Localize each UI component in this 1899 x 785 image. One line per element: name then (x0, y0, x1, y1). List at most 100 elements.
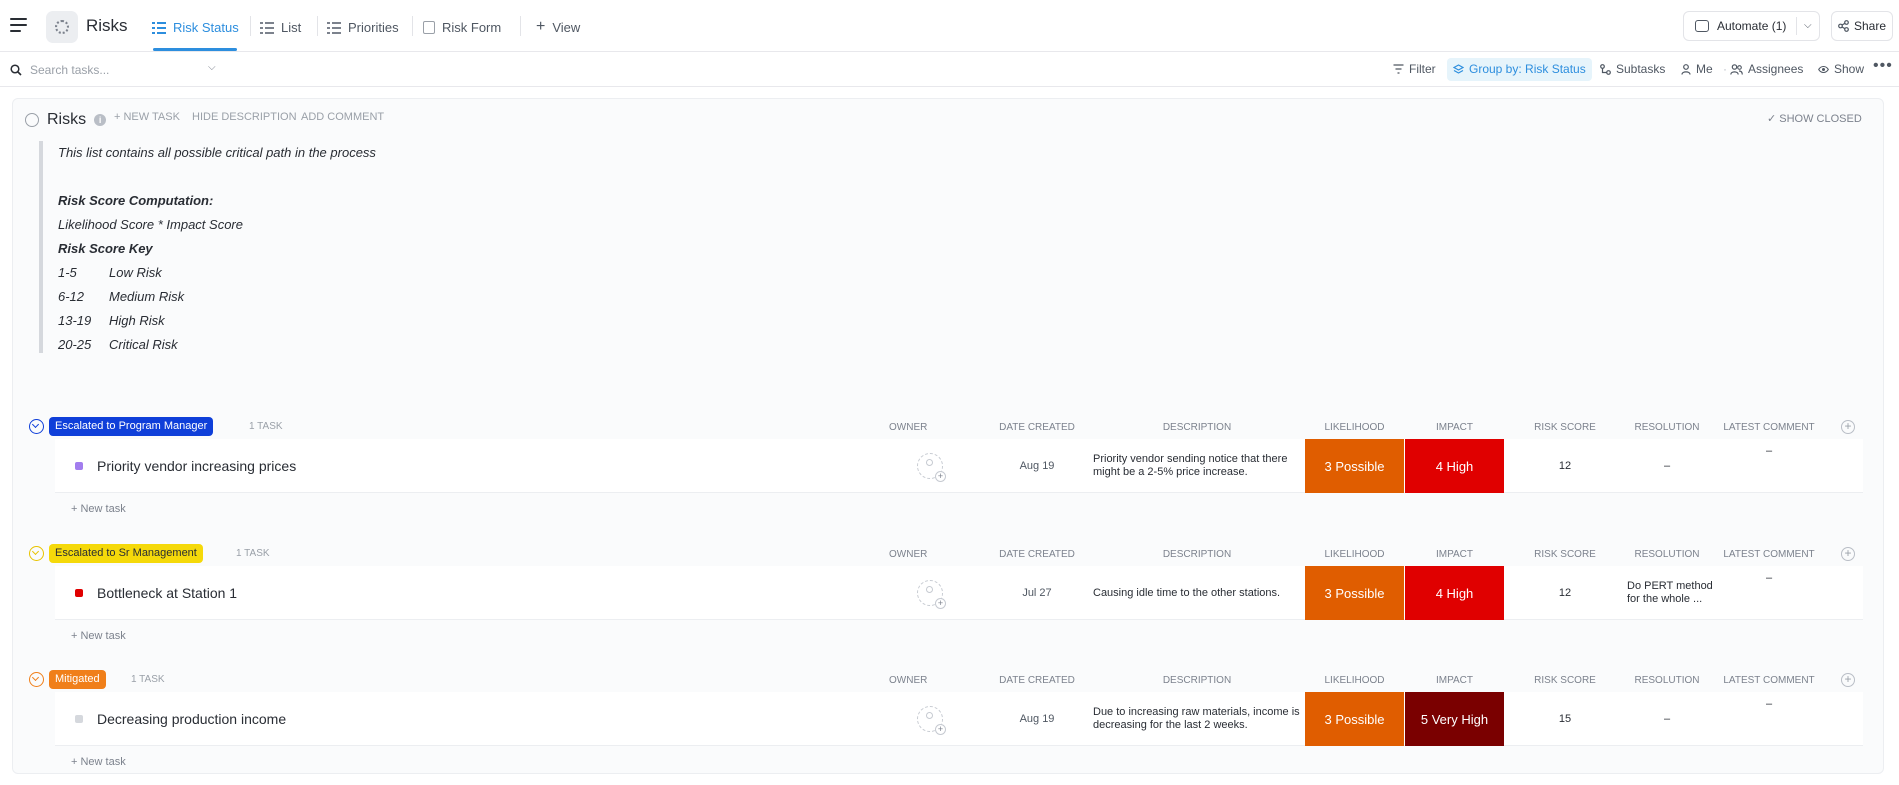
column-latest-comment[interactable]: LATEST COMMENT (1719, 422, 1819, 433)
likelihood-pill[interactable]: 3 Possible (1305, 439, 1404, 493)
add-comment-link[interactable]: ADD COMMENT (301, 111, 384, 123)
show-button[interactable]: Show (1818, 62, 1864, 76)
collapse-group-icon[interactable] (29, 672, 44, 687)
column-impact[interactable]: IMPACT (1405, 422, 1504, 433)
task-name[interactable]: Priority vendor increasing prices (97, 458, 296, 474)
column-owner[interactable]: OWNER (889, 549, 927, 560)
group-by-button[interactable]: Group by: Risk Status (1447, 58, 1592, 81)
resolution[interactable]: – (1617, 692, 1717, 746)
status-badge[interactable]: Escalated to Sr Management (49, 544, 203, 563)
plus-icon: + (935, 471, 946, 482)
status-badge[interactable]: Mitigated (49, 670, 106, 689)
likelihood-pill[interactable]: 3 Possible (1305, 692, 1404, 746)
task-description[interactable]: Causing idle time to the other stations. (1089, 566, 1305, 620)
column-latest-comment[interactable]: LATEST COMMENT (1719, 549, 1819, 560)
tab-risk-form[interactable]: Risk Form (423, 17, 501, 37)
column-resolution[interactable]: RESOLUTION (1617, 675, 1717, 686)
table-row[interactable]: Bottleneck at Station 1 + Jul 27 Causing… (55, 566, 1863, 620)
likelihood-pill[interactable]: 3 Possible (1305, 566, 1404, 620)
add-column-icon[interactable]: + (1841, 420, 1855, 434)
key-range: 1-5 (58, 265, 77, 280)
column-impact[interactable]: IMPACT (1405, 675, 1504, 686)
task-name[interactable]: Bottleneck at Station 1 (97, 585, 237, 601)
column-risk-score[interactable]: RISK SCORE (1515, 675, 1615, 686)
column-date-created[interactable]: DATE CREATED (987, 422, 1087, 433)
column-risk-score[interactable]: RISK SCORE (1515, 549, 1615, 560)
impact-pill[interactable]: 4 High (1405, 439, 1504, 493)
new-task-button[interactable]: + New task (71, 630, 126, 642)
task-description[interactable]: Due to increasing raw materials, income … (1089, 692, 1305, 746)
task-description[interactable]: Priority vendor sending notice that ther… (1089, 439, 1305, 493)
share-button[interactable]: Share (1831, 11, 1893, 41)
column-owner[interactable]: OWNER (889, 422, 927, 433)
impact-pill[interactable]: 5 Very High (1405, 692, 1504, 746)
column-risk-score[interactable]: RISK SCORE (1515, 422, 1615, 433)
status-square[interactable] (75, 462, 83, 470)
resolution[interactable]: – (1617, 439, 1717, 493)
menu-icon[interactable] (10, 18, 27, 32)
owner-placeholder-avatar[interactable]: + (917, 580, 946, 609)
column-likelihood[interactable]: LIKELIHOOD (1305, 549, 1404, 560)
key-range: 20-25 (58, 337, 92, 352)
owner-placeholder-avatar[interactable]: + (917, 453, 946, 482)
hide-description-link[interactable]: HIDE DESCRIPTION (192, 111, 297, 123)
collapse-list-icon[interactable] (25, 113, 39, 127)
list-icon (152, 21, 166, 34)
status-badge[interactable]: Escalated to Program Manager (49, 417, 214, 436)
table-row[interactable]: Decreasing production income + Aug 19 Du… (55, 692, 1863, 746)
tab-risk-status[interactable]: Risk Status (152, 17, 239, 37)
assignees-button[interactable]: Assignees (1730, 62, 1803, 76)
table-row[interactable]: Priority vendor increasing prices + Aug … (55, 439, 1863, 493)
latest-comment[interactable]: – (1719, 445, 1819, 457)
computation-formula: Likelihood Score * Impact Score (58, 217, 243, 232)
space-avatar[interactable] (46, 11, 78, 43)
info-icon[interactable]: i (94, 114, 107, 126)
column-resolution[interactable]: RESOLUTION (1617, 422, 1717, 433)
add-view-button[interactable]: + View (536, 17, 580, 37)
column-date-created[interactable]: DATE CREATED (987, 549, 1087, 560)
date-created[interactable]: Aug 19 (987, 460, 1087, 472)
chevron-down-icon[interactable]: ⌵ (208, 62, 216, 73)
search-input[interactable] (30, 63, 200, 77)
date-created[interactable]: Aug 19 (987, 713, 1087, 725)
status-square[interactable] (75, 715, 83, 723)
column-likelihood[interactable]: LIKELIHOOD (1305, 422, 1404, 433)
column-description[interactable]: DESCRIPTION (1089, 422, 1305, 433)
tab-list[interactable]: List (260, 17, 301, 37)
column-owner[interactable]: OWNER (889, 675, 927, 686)
column-likelihood[interactable]: LIKELIHOOD (1305, 675, 1404, 686)
automate-button[interactable]: Automate (1) ⌵ (1683, 11, 1820, 41)
list-title: Risks (47, 111, 87, 128)
column-latest-comment[interactable]: LATEST COMMENT (1719, 675, 1819, 686)
tab-priorities[interactable]: Priorities (327, 17, 399, 37)
column-description[interactable]: DESCRIPTION (1089, 675, 1305, 686)
add-column-icon[interactable]: + (1841, 547, 1855, 561)
add-column-icon[interactable]: + (1841, 673, 1855, 687)
me-button[interactable]: Me (1681, 62, 1713, 76)
more-options-icon[interactable]: ••• (1873, 57, 1893, 75)
user-icon (926, 586, 933, 593)
collapse-group-icon[interactable] (29, 419, 44, 434)
search-box[interactable]: ⌵ (10, 61, 220, 79)
filter-button[interactable]: Filter (1393, 62, 1436, 76)
new-task-button[interactable]: + New task (71, 503, 126, 515)
subtasks-button[interactable]: Subtasks (1600, 62, 1665, 76)
latest-comment[interactable]: – (1719, 698, 1819, 710)
latest-comment[interactable]: – (1719, 572, 1819, 584)
new-task-link[interactable]: + NEW TASK (114, 111, 180, 123)
status-square[interactable] (75, 589, 83, 597)
column-resolution[interactable]: RESOLUTION (1617, 549, 1717, 560)
column-date-created[interactable]: DATE CREATED (987, 675, 1087, 686)
list-description: This list contains all possible critical… (39, 141, 739, 353)
date-created[interactable]: Jul 27 (987, 587, 1087, 599)
resolution[interactable]: Do PERT method for the whole ... (1617, 566, 1717, 620)
collapse-group-icon[interactable] (29, 546, 44, 561)
impact-pill[interactable]: 4 High (1405, 566, 1504, 620)
task-name[interactable]: Decreasing production income (97, 711, 286, 727)
show-closed-button[interactable]: ✓ SHOW CLOSED (1767, 112, 1862, 125)
column-description[interactable]: DESCRIPTION (1089, 549, 1305, 560)
owner-placeholder-avatar[interactable]: + (917, 706, 946, 735)
new-task-button[interactable]: + New task (71, 756, 126, 768)
column-impact[interactable]: IMPACT (1405, 549, 1504, 560)
chevron-down-icon[interactable]: ⌵ (1804, 20, 1812, 31)
